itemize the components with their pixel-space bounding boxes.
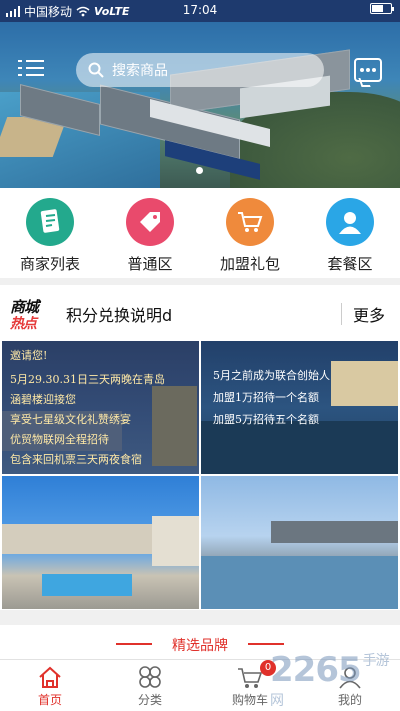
promo-text-line: 涵碧楼迎接您 xyxy=(10,393,76,406)
hot-announcement-text[interactable]: 积分兑换说明d xyxy=(66,302,172,326)
promo-text-line: 5月29.30.31日三天两晚在青岛 xyxy=(10,373,165,386)
promo-reflection xyxy=(201,421,398,474)
promo-text-line: 享受七星级文化礼赞绣宴 xyxy=(10,413,131,426)
promo-text-line: 优贸物联网全程招待 xyxy=(10,433,109,446)
mall-hot-row[interactable]: 商城 热点 积分兑换说明d 更多 xyxy=(0,285,400,341)
promo-building xyxy=(152,386,197,466)
promo-building xyxy=(331,361,398,406)
hero-banner[interactable]: 搜索商品 xyxy=(0,22,400,188)
promo-text-line: 5月之前成为联合创始人 xyxy=(213,369,330,382)
tab-label: 首页 xyxy=(37,693,62,707)
promo-tile-resort-pool[interactable] xyxy=(2,476,199,609)
status-time: 17:04 xyxy=(182,3,218,17)
mall-hot-logo: 商城 热点 xyxy=(10,298,39,332)
promo-text-line: 包含来回机票三天两夜食宿 xyxy=(10,453,142,466)
watermark-logo: 2265 手游网 xyxy=(270,650,390,709)
promo-pool xyxy=(201,556,398,609)
tab-home[interactable]: 首页 xyxy=(0,660,100,711)
promo-text-line: 加盟1万招待一个名额 xyxy=(213,391,319,404)
battery-icon xyxy=(370,3,394,14)
search-placeholder: 搜索商品 xyxy=(112,63,168,79)
price-tag-icon xyxy=(126,198,174,246)
search-input[interactable]: 搜索商品 xyxy=(76,53,324,87)
category-package-zone[interactable]: 套餐区 xyxy=(300,188,400,278)
hot-separator xyxy=(341,303,342,325)
menu-icon[interactable] xyxy=(18,58,44,78)
user-icon xyxy=(326,198,374,246)
app-screen: 中国移动 VoLTE 17:04 搜索商品 商家列表 普通区 加盟礼包 套餐区 … xyxy=(0,0,400,711)
document-list-icon xyxy=(26,198,74,246)
status-bar: 中国移动 VoLTE 17:04 xyxy=(0,0,400,22)
tab-category[interactable]: 分类 xyxy=(100,660,200,711)
category-row: 商家列表 普通区 加盟礼包 套餐区 xyxy=(0,188,400,278)
promo-text-line: 邀请您! xyxy=(10,349,48,362)
category-merchant-list[interactable]: 商家列表 xyxy=(0,188,100,278)
category-label: 商家列表 xyxy=(19,255,80,273)
brand-line-right xyxy=(248,643,284,645)
message-icon[interactable] xyxy=(354,58,382,82)
promo-tile-cofounder[interactable]: 5月之前成为联合创始人 加盟1万招待一个名额 加盟5万招待五个名额 xyxy=(201,341,398,474)
more-link[interactable]: 更多 xyxy=(353,302,385,326)
promo-building xyxy=(152,516,199,566)
category-label: 套餐区 xyxy=(327,255,373,273)
category-regular-zone[interactable]: 普通区 xyxy=(100,188,200,278)
promo-tile-invitation[interactable]: 邀请您! 5月29.30.31日三天两晚在青岛 涵碧楼迎接您 享受七星级文化礼赞… xyxy=(2,341,199,474)
carousel-indicator[interactable] xyxy=(196,167,203,174)
category-icon xyxy=(100,663,200,691)
home-icon xyxy=(0,663,100,691)
category-franchise-pack[interactable]: 加盟礼包 xyxy=(200,188,300,278)
promo-text-line: 加盟5万招待五个名额 xyxy=(213,413,319,426)
promo-building xyxy=(271,521,398,543)
promo-pool xyxy=(42,574,132,596)
tab-label: 分类 xyxy=(137,693,162,707)
status-right xyxy=(370,3,394,14)
shopping-cart-icon xyxy=(226,198,274,246)
category-label: 普通区 xyxy=(127,255,173,273)
section-divider xyxy=(0,610,400,625)
section-divider xyxy=(0,278,400,285)
promo-tile-resort-hotel[interactable] xyxy=(201,476,398,609)
search-icon xyxy=(88,62,104,78)
category-label: 加盟礼包 xyxy=(219,255,280,273)
